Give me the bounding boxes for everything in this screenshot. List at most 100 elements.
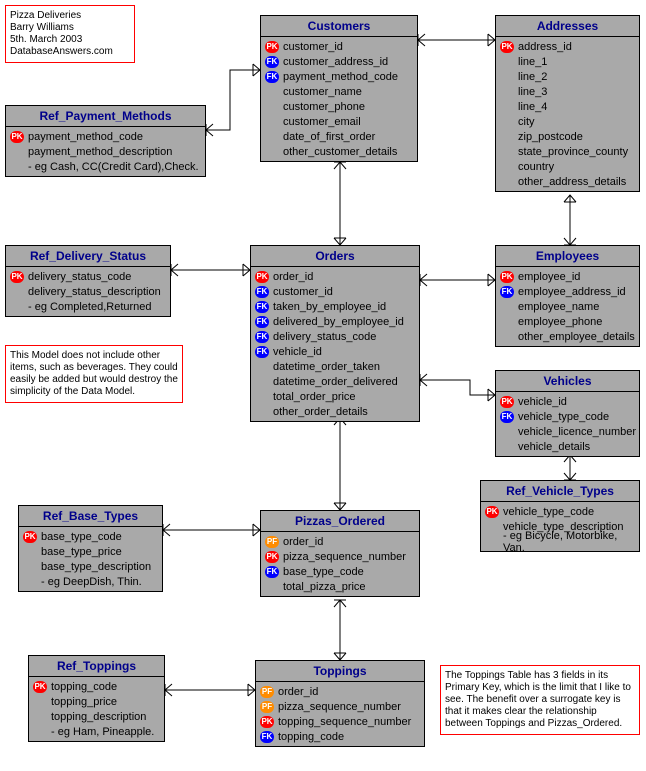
entity-body: PForder_idPFpizza_sequence_numberPKtoppi… [256,682,424,746]
entity-header: Ref_Vehicle_Types [481,481,639,502]
attr-name: customer_id [273,286,333,298]
attr-row: datetime_order_taken [255,359,415,374]
fk-badge: FK [260,731,274,743]
attr-row: other_employee_details [500,329,635,344]
pk-badge: PK [255,271,269,283]
attr-row: FK vehicle_id [255,344,415,359]
attr-name: other_customer_details [283,146,397,158]
attr-row: base_type_price [23,544,158,559]
pk-badge: PK [10,271,24,283]
attr-name: delivery_status_code [28,271,131,283]
attr-row: vehicle_licence_number [500,424,635,439]
attr-name: base_type_price [41,546,122,558]
attr-name: vehicle_licence_number [518,426,636,438]
attr-row: topping_description [33,709,160,724]
attr-name: customer_address_id [283,56,388,68]
attr-row: FKdelivery_status_code [255,329,415,344]
meta-date: 5th. March 2003 [10,34,130,46]
attr-row: PK base_type_code [23,529,158,544]
attr-name: pizza_sequence_number [278,701,401,713]
attr-row: FKdelivered_by_employee_id [255,314,415,329]
entity-customers: Customers PKcustomer_idFKcustomer_addres… [260,15,418,162]
attr-row: FKcustomer_id [255,284,415,299]
attr-row: PKaddress_id [500,39,635,54]
attr-row: FKpayment_method_code [265,69,413,84]
pf-badge: PF [265,536,279,548]
attr-name: total_pizza_price [283,581,366,593]
attr-row: PK delivery_status_code [10,269,166,284]
entity-pizzas-ordered: Pizzas_Ordered PForder_idPKpizza_sequenc… [260,510,420,597]
attr-name: payment_method_code [283,71,398,83]
entity-ref-vehicle-types: Ref_Vehicle_Types PKvehicle_type_codeveh… [480,480,640,552]
pk-badge: PK [500,41,514,53]
attr-row: datetime_order_delivered [255,374,415,389]
attr-row: PKpayment_method_code [10,129,201,144]
pk-badge: PK [485,506,499,518]
fk-badge: FK [255,316,269,328]
attr-row: customer_email [265,114,413,129]
attr-name: vehicle_id [273,346,322,358]
attr-name: - eg Completed,Returned [28,301,152,313]
pk-badge: PK [500,271,514,283]
attr-row: line_2 [500,69,635,84]
attr-row: FKemployee_address_id [500,284,635,299]
entity-header: Orders [251,246,419,267]
attr-name: city [518,116,535,128]
fk-badge: FK [255,301,269,313]
entity-body: PKpayment_method_codepayment_method_desc… [6,127,205,176]
attr-row: line_4 [500,99,635,114]
attr-row: PK vehicle_id [500,394,635,409]
attr-row: total_pizza_price [265,579,415,594]
meta-note: Pizza Deliveries Barry Williams 5th. Mar… [5,5,135,63]
pk-badge: PK [500,396,514,408]
attr-name: - eg Cash, CC(Credit Card),Check. [28,161,199,173]
attr-name: country [518,161,554,173]
attr-name: employee_id [518,271,580,283]
attr-name: - eg DeepDish, Thin. [41,576,142,588]
fk-badge: FK [255,346,269,358]
pk-badge: PK [33,681,47,693]
attr-name: employee_name [518,301,599,313]
attr-row: PKcustomer_id [265,39,413,54]
attr-row: state_province_county [500,144,635,159]
attr-name: base_type_code [41,531,122,543]
attr-row: other_order_details [255,404,415,419]
attr-name: topping_code [278,731,344,743]
attr-row: employee_phone [500,314,635,329]
pk-badge: PK [23,531,37,543]
entity-body: PKtopping_codetopping_pricetopping_descr… [29,677,164,741]
attr-row: - eg Bicycle, Motorbike, Van. [485,534,635,549]
attr-row: PK employee_id [500,269,635,284]
attr-name: line_2 [518,71,547,83]
entity-employees: Employees PKemployee_idFKemployee_addres… [495,245,640,347]
attr-row: customer_name [265,84,413,99]
entity-body: PKvehicle_type_codevehicle_type_descript… [481,502,639,551]
attr-name: vehicle_type_code [503,506,594,518]
attr-name: state_province_county [518,146,628,158]
attr-name: order_id [273,271,313,283]
attr-name: vehicle_id [518,396,567,408]
attr-name: employee_phone [518,316,602,328]
entity-body: PKvehicle_idFKvehicle_type_codevehicle_l… [496,392,639,456]
attr-name: order_id [278,686,318,698]
entity-body: PKaddress_idline_1line_2line_3line_4city… [496,37,639,191]
attr-name: customer_email [283,116,361,128]
attr-row: base_type_description [23,559,158,574]
attr-row: topping_price [33,694,160,709]
entity-toppings: Toppings PForder_idPFpizza_sequence_numb… [255,660,425,747]
pk-badge: PK [265,551,279,563]
entity-body: PK employee_idFKemployee_address_idemploy… [496,267,639,346]
attr-row: PKpizza_sequence_number [265,549,415,564]
attr-row: - eg DeepDish, Thin. [23,574,158,589]
attr-row: PKtopping_code [33,679,160,694]
attr-name: date_of_first_order [283,131,375,143]
attr-name: delivery_status_description [28,286,161,298]
entity-ref-base-types: Ref_Base_Types PKbase_type_codebase_type… [18,505,163,592]
entity-addresses: Addresses PKaddress_idline_1line_2line_3… [495,15,640,192]
entity-body: PK base_type_code base_type_pricebase_type… [19,527,162,591]
attr-name: delivery_status_code [273,331,376,343]
attr-row: payment_method_description [10,144,201,159]
meta-author: Barry Williams [10,22,130,34]
attr-row: PFpizza_sequence_number [260,699,420,714]
attr-row: city [500,114,635,129]
